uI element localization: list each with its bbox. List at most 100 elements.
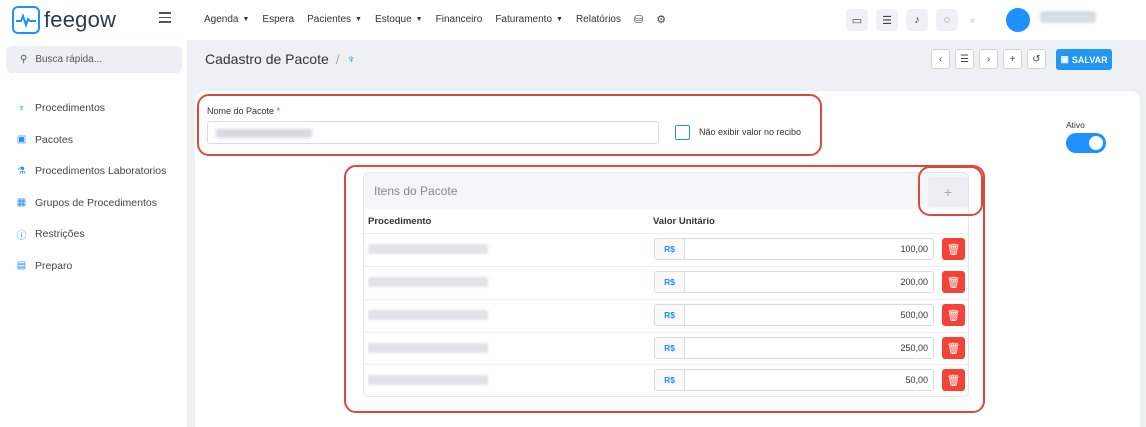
sidebar-item-label: Pacotes xyxy=(35,133,73,146)
sidebar: ⚲ Busca rápida... ♆ Procedimentos ▣ Pacote… xyxy=(0,40,187,427)
currency-addon: R$ xyxy=(654,369,685,391)
heartbeat-icon xyxy=(12,6,40,34)
caret-down-icon: ▼ xyxy=(355,16,362,23)
gear-icon[interactable]: ⚙ xyxy=(656,13,666,26)
itens-title: Itens do Pacote xyxy=(374,184,458,198)
sidebar-item-procedimentos-laboratorios[interactable]: ⚗ Procedimentos Laboratorios xyxy=(16,163,166,179)
search-placeholder: Busca rápida... xyxy=(35,54,103,65)
nome-pacote-input[interactable] xyxy=(207,121,659,144)
ativo-label: Ativo xyxy=(1066,120,1085,130)
menu-toggle-icon[interactable] xyxy=(159,12,171,24)
nav-label: Agenda xyxy=(204,14,239,25)
page-title: Cadastro de Pacote xyxy=(205,51,329,67)
main-nav: Agenda ▼ Espera Pacientes ▼ Estoque ▼ Finan… xyxy=(204,13,679,26)
row-divider xyxy=(364,364,968,365)
flask-icon: ⚗ xyxy=(17,165,26,177)
search-icon: ⚲ xyxy=(20,54,28,65)
add-item-button[interactable]: + xyxy=(928,177,968,207)
top-bar: feegow Agenda ▼ Espera Pacientes ▼ Estoque… xyxy=(0,0,1146,40)
nav-label: Relatórios xyxy=(575,14,621,25)
currency-addon: R$ xyxy=(654,337,685,359)
sidebar-item-label: Restrições xyxy=(35,228,85,240)
nav-pacientes[interactable]: Pacientes ▼ xyxy=(307,13,362,26)
trash-icon[interactable]: 🗑 xyxy=(942,337,965,359)
sidebar-item-preparo[interactable]: ▤ Preparo xyxy=(16,258,166,274)
procedimento-blurred[interactable] xyxy=(368,375,488,385)
save-label: SALVAR xyxy=(1071,54,1108,65)
sidebar-item-label: Grupos de Procedimentos xyxy=(35,196,157,209)
trash-icon[interactable]: 🗑 xyxy=(942,271,965,293)
status-dot xyxy=(970,17,975,23)
sidebar-item-restricoes[interactable]: ⓘ Restrições xyxy=(16,226,166,242)
caret-down-icon: ▼ xyxy=(242,16,250,23)
trash-icon[interactable]: 🗑 xyxy=(942,304,965,326)
nav-label: Pacientes xyxy=(307,14,352,25)
trash-icon[interactable]: 🗑 xyxy=(942,238,965,260)
history-icon[interactable]: ↺ xyxy=(1027,49,1046,69)
blurred-value xyxy=(216,129,312,138)
valor-input[interactable]: 250,00 xyxy=(684,337,934,359)
currency-addon: R$ xyxy=(654,271,685,293)
group-icon: ▦ xyxy=(16,197,27,208)
caret-down-icon: ▼ xyxy=(415,16,423,23)
procedimento-blurred[interactable] xyxy=(368,310,488,320)
avatar[interactable] xyxy=(1006,8,1030,32)
user-name-blurred[interactable] xyxy=(1040,11,1096,23)
nome-label: Nome do Pacote * xyxy=(207,106,280,116)
save-button[interactable]: ▣ SALVAR xyxy=(1056,49,1112,70)
procedimento-blurred[interactable] xyxy=(368,343,488,353)
search-input[interactable]: ⚲ Busca rápida... xyxy=(6,46,182,73)
currency-addon: R$ xyxy=(654,238,685,260)
trash-icon[interactable]: 🗑 xyxy=(942,369,965,391)
info-circle-icon: ⓘ xyxy=(16,230,27,242)
nav-agenda[interactable]: Agenda ▼ xyxy=(204,13,249,26)
column-header-valor: Valor Unitário xyxy=(653,216,715,227)
sidebar-item-grupos[interactable]: ▦ Grupos de Procedimentos xyxy=(16,195,166,211)
procedimento-blurred[interactable] xyxy=(368,244,488,254)
monitor-icon[interactable]: ▭ xyxy=(846,9,868,31)
checkbox-label: Não exibir valor no recibo xyxy=(699,127,802,137)
bell-icon[interactable]: ♪ xyxy=(906,9,928,31)
valor-input[interactable]: 200,00 xyxy=(684,271,934,293)
nav-faturamento[interactable]: Faturamento ▼ xyxy=(495,13,563,26)
list-check-icon[interactable]: ☰ xyxy=(876,9,898,31)
ativo-toggle[interactable] xyxy=(1066,133,1106,153)
sidebar-item-label: Preparo xyxy=(35,259,73,272)
logo[interactable]: feegow xyxy=(12,6,116,34)
required-mark: * xyxy=(276,106,281,116)
package-icon: ▣ xyxy=(16,134,27,145)
row-divider xyxy=(364,332,968,333)
breadcrumb-separator: / xyxy=(335,51,340,67)
floppy-disk-icon: ▣ xyxy=(1060,54,1069,64)
nav-financeiro[interactable]: Financeiro xyxy=(436,13,483,26)
row-divider xyxy=(364,299,968,300)
previous-button[interactable]: ‹ xyxy=(931,49,950,69)
add-button[interactable]: + xyxy=(1003,49,1022,69)
nav-relatorios[interactable]: Relatórios xyxy=(576,13,621,26)
caret-down-icon: ▼ xyxy=(556,16,563,23)
sidebar-item-label: Procedimentos Laboratorios xyxy=(35,165,167,177)
list-button[interactable]: ☰ xyxy=(955,49,974,69)
nav-estoque[interactable]: Estoque ▼ xyxy=(375,13,423,26)
nav-label: Estoque xyxy=(374,14,412,25)
database-icon[interactable]: ⛁ xyxy=(634,13,643,26)
column-header-procedimento: Procedimento xyxy=(368,216,432,227)
valor-input[interactable]: 100,00 xyxy=(684,238,934,260)
breadcrumb: Cadastro de Pacote / ♆ xyxy=(205,51,356,67)
valor-input[interactable]: 50,00 xyxy=(684,369,934,391)
row-divider xyxy=(364,233,968,234)
next-button[interactable]: › xyxy=(979,49,998,69)
chat-icon[interactable]: ◌ xyxy=(936,9,958,31)
row-divider xyxy=(364,266,968,267)
sidebar-item-pacotes[interactable]: ▣ Pacotes xyxy=(16,132,166,148)
sidebar-item-procedimentos[interactable]: ♆ Procedimentos xyxy=(16,100,166,116)
stethoscope-icon: ♆ xyxy=(346,52,356,66)
procedimento-blurred[interactable] xyxy=(368,277,488,287)
nao-exibir-valor-checkbox[interactable] xyxy=(675,125,690,140)
currency-addon: R$ xyxy=(654,304,685,326)
toolbar: ‹ ☰ › + ↺ ▣ SALVAR xyxy=(931,49,1112,70)
nav-espera[interactable]: Espera xyxy=(262,13,294,26)
valor-input[interactable]: 500,00 xyxy=(684,304,934,326)
list-icon: ▤ xyxy=(16,260,27,271)
nav-label: Faturamento xyxy=(495,14,553,25)
